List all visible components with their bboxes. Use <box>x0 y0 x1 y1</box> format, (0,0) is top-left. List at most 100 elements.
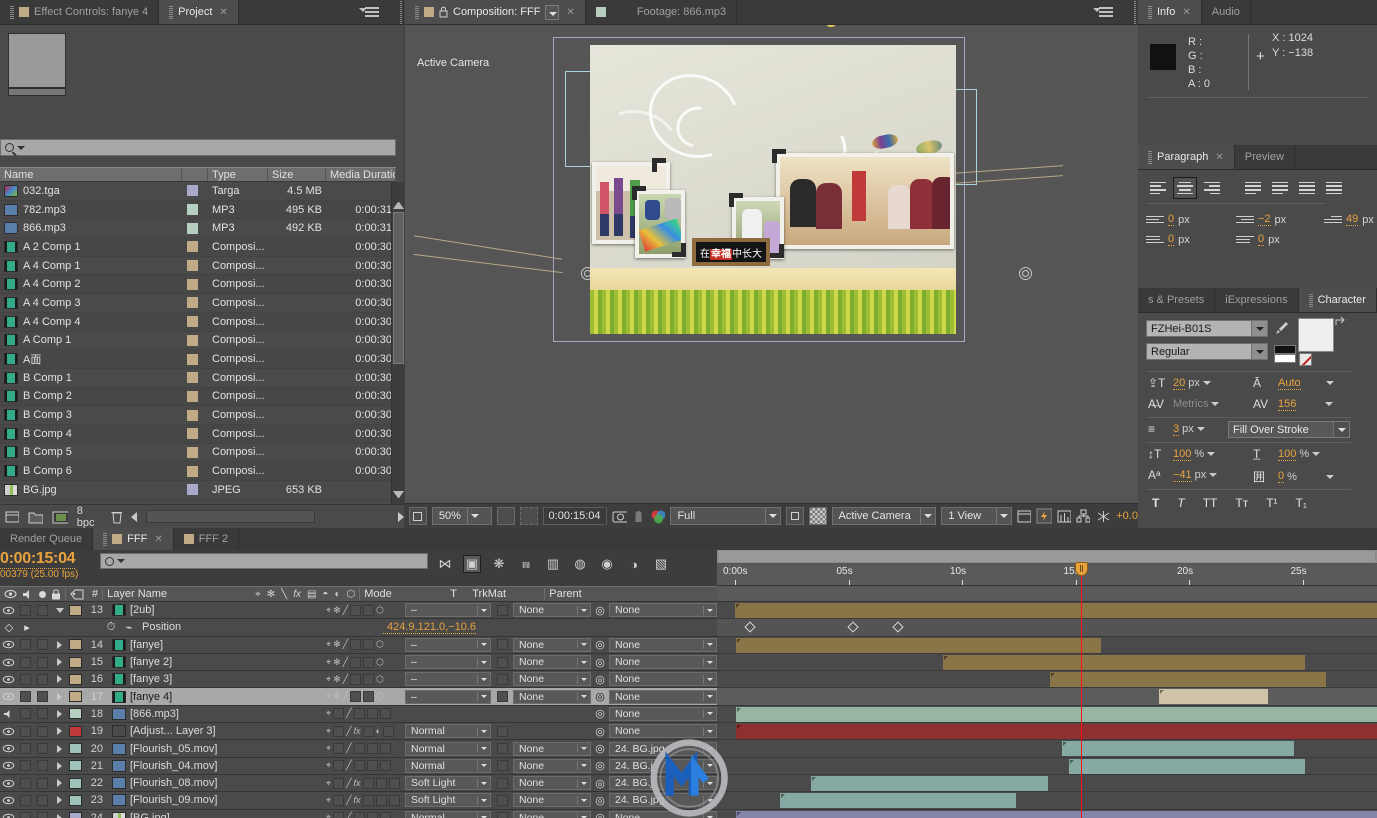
project-item-row[interactable]: BG.jpg JPEG 653 KB <box>0 481 396 500</box>
layer-mode-cell[interactable]: – <box>403 654 491 670</box>
leading-value[interactable]: Auto <box>1278 377 1301 390</box>
layer-solo-toggle[interactable] <box>34 758 51 774</box>
tab-preview[interactable]: Preview <box>1234 145 1295 169</box>
column-header-label-icon[interactable] <box>182 168 208 181</box>
layer-switches[interactable]: ⌖ ✻ ╱ ⬡ <box>323 671 403 687</box>
indent-first-line-value[interactable]: 49 <box>1346 213 1359 226</box>
frame-blend-box[interactable] <box>350 673 362 685</box>
chevron-down-icon[interactable] <box>1202 381 1211 389</box>
tab-fff-2[interactable]: FFF 2 <box>173 528 240 550</box>
baseline-shift-value[interactable]: −41 <box>1173 469 1192 482</box>
layer-duration-bar[interactable] <box>780 793 1017 809</box>
layer-switches[interactable]: ⌖ ╱ fx ◐ <box>323 723 403 739</box>
label-color-swatch[interactable] <box>187 409 198 421</box>
three-d-icon[interactable]: ⬡ <box>376 691 384 702</box>
effects-icon[interactable]: fx <box>354 795 361 805</box>
layer-switches[interactable]: ⌖ ╱ <box>323 810 403 818</box>
chevron-down-icon[interactable] <box>920 508 935 524</box>
project-item-row[interactable]: B Comp 2 Composi... 0:00:30 <box>0 387 396 407</box>
three-d-icon[interactable]: ⬡ <box>376 674 384 685</box>
layer-solo-toggle[interactable] <box>34 654 51 670</box>
motion-blur-icon[interactable]: ▥ <box>544 555 562 573</box>
timeline-track-row[interactable] <box>717 602 1377 620</box>
new-folder-icon[interactable] <box>28 510 43 524</box>
project-item-row[interactable]: A 4 Comp 3 Composi... 0:00:30 <box>0 294 396 313</box>
chevron-down-icon[interactable] <box>17 146 25 154</box>
project-item-row[interactable]: A 2 Comp 1 Composi... 0:00:30 <box>0 238 396 257</box>
horizontal-scale-value[interactable]: 100 <box>1278 448 1297 461</box>
shy-icon[interactable]: ⌖ <box>326 812 331 818</box>
tracking-value[interactable]: 156 <box>1278 398 1297 411</box>
collapse-box[interactable] <box>333 777 345 789</box>
quality-icon[interactable]: ╱ <box>346 760 351 771</box>
scroll-down-icon[interactable] <box>393 491 404 502</box>
region-of-interest-toggle-icon[interactable] <box>785 507 804 525</box>
shy-icon[interactable]: ⌖ <box>326 726 331 737</box>
label-color-swatch[interactable] <box>187 484 198 496</box>
baseline-shift-field[interactable]: Aᵃ −41 px <box>1148 468 1218 482</box>
layer-parent-cell[interactable]: 24. BG.j <box>609 775 717 791</box>
navigator-range[interactable] <box>719 551 1375 562</box>
tab-audio[interactable]: Audio <box>1201 0 1251 24</box>
chevron-down-icon[interactable] <box>1207 452 1216 460</box>
layer-lock-toggle[interactable] <box>51 602 68 618</box>
layer-mode-cell[interactable]: Soft Light <box>403 775 491 791</box>
project-hscrollbar[interactable] <box>146 510 315 523</box>
view-layout-dropdown[interactable]: 1 View <box>941 507 1013 525</box>
layer-name[interactable]: [Flourish_09.mov] <box>108 794 323 807</box>
collapse-icon[interactable]: ✻ <box>333 605 341 616</box>
hide-shy-layers-icon[interactable]: ❋ <box>490 555 508 573</box>
layer-label-color[interactable] <box>68 706 82 722</box>
label-color-swatch[interactable] <box>187 353 198 365</box>
property-value[interactable]: 424.9,121.0,−10.6 <box>383 621 476 634</box>
layer-parent-cell[interactable]: None <box>609 637 717 653</box>
layer-name[interactable]: [2ub] <box>108 604 323 617</box>
close-icon[interactable]: ✕ <box>154 534 162 545</box>
vertical-scale-value[interactable]: 100 <box>1173 448 1192 461</box>
layer-audio-toggle[interactable] <box>17 637 34 653</box>
layer-row[interactable]: 17 [fanye 4] ⌖ ✻ ╱ ⬡ – None ◎ None <box>0 688 717 706</box>
property-row[interactable]: ◇ ▸ ⏱ ⌁ Position 424.9,121.0,−10.6 <box>0 619 717 637</box>
swap-colors-icon[interactable] <box>1334 316 1347 328</box>
justify-last-left-button[interactable] <box>1241 177 1265 199</box>
label-color-swatch[interactable] <box>187 222 198 234</box>
space-after-value[interactable]: 0 <box>1258 233 1265 246</box>
graph-editor-icon[interactable]: ▧ <box>652 555 670 573</box>
tab-project[interactable]: Project ✕ <box>159 0 239 24</box>
layer-duration-bar[interactable] <box>736 810 1377 818</box>
project-item-list[interactable]: 032.tga Targa 4.5 MB 782.mp3 MP3 495 KB 0:00:3… <box>0 182 396 504</box>
chevron-down-icon[interactable] <box>466 508 482 524</box>
font-style-select[interactable]: Regular <box>1146 343 1268 360</box>
layer-row[interactable]: 23 [Flourish_09.mov] ⌖ ╱ fx Soft Light None ◎ 24… <box>0 792 717 810</box>
timeline-track-row[interactable] <box>717 792 1377 810</box>
timeline-search-input[interactable] <box>100 553 428 569</box>
layer-duration-bar[interactable] <box>1158 689 1269 705</box>
layer-parent-cell[interactable]: 24. BG.jpg <box>609 792 717 808</box>
layer-label-color[interactable] <box>68 775 82 791</box>
layer-duration-bar[interactable] <box>1069 758 1305 774</box>
three-d-box[interactable] <box>379 743 391 755</box>
layer-visibility-toggle[interactable] <box>0 688 17 704</box>
align-left-button[interactable] <box>1146 177 1170 199</box>
project-item-row[interactable]: B Comp 5 Composi... 0:00:30 <box>0 443 396 463</box>
layer-name[interactable]: [fanye 2] <box>108 656 323 669</box>
layer-lock-toggle[interactable] <box>51 792 68 808</box>
property-name[interactable]: Position <box>138 621 383 633</box>
snapshot-icon[interactable] <box>612 509 628 523</box>
tab-effects-presets[interactable]: s & Presets <box>1138 288 1216 312</box>
draft-3d-icon[interactable]: ▣ <box>463 555 481 573</box>
layer-solo-toggle[interactable] <box>34 792 51 808</box>
project-item-row[interactable]: B Comp 3 Composi... 0:00:30 <box>0 406 396 425</box>
label-color-swatch[interactable] <box>187 260 198 272</box>
space-before-field[interactable]: 0 px <box>1146 233 1190 246</box>
quality-icon[interactable]: ╱ <box>346 726 351 737</box>
chevron-down-icon[interactable] <box>1325 381 1334 389</box>
camera-view-dropdown[interactable]: Active Camera <box>831 507 937 525</box>
layer-visibility-toggle[interactable] <box>0 654 17 670</box>
character-style-buttons[interactable]: T T TT Tᴛ T¹ T₁ <box>1152 496 1307 510</box>
panel-resize-grip[interactable] <box>1131 0 1138 24</box>
layer-audio-toggle[interactable] <box>17 792 34 808</box>
fill-color-swatch[interactable] <box>1298 318 1334 352</box>
layer-trkmat-cell[interactable] <box>513 723 591 739</box>
layer-trkmat-cell[interactable]: None <box>513 740 591 756</box>
